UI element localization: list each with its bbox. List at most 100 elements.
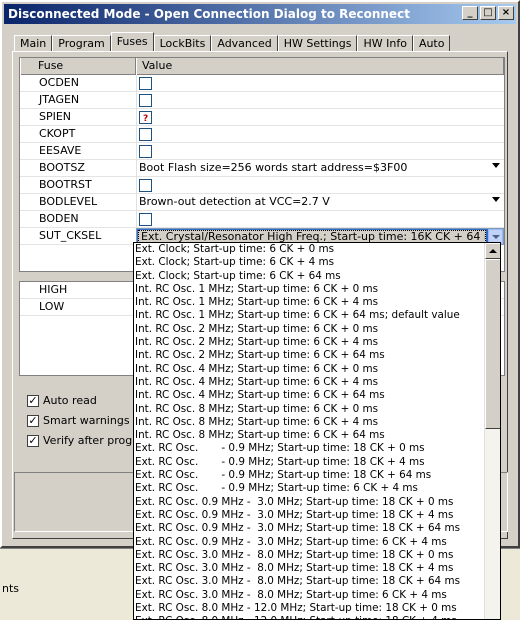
register-name: HIGH	[39, 283, 68, 296]
dropdown-options: Ext. Clock; Start-up time: 6 CK + 0 ms Ex…	[134, 243, 486, 619]
fuse-row-ocden: OCDEN	[20, 75, 504, 92]
window-controls: _ □ ×	[462, 6, 514, 20]
fuse-name: BOOTSZ	[39, 161, 85, 174]
column-divider	[136, 75, 137, 92]
fuse-select-value: Brown-out detection at VCC=2.7 V	[139, 195, 330, 208]
dropdown-option[interactable]: Int. RC Osc. 1 MHz; Start-up time: 6 CK …	[134, 283, 486, 296]
tab-auto[interactable]: Auto	[412, 35, 451, 52]
fuse-name: CKOPT	[39, 127, 76, 140]
fuse-row-spien: SPIEN?	[20, 109, 504, 126]
column-header-fuse-label: Fuse	[38, 59, 64, 72]
tab-hw-settings[interactable]: HW Settings	[277, 35, 358, 52]
option-checkbox[interactable]: ✓	[27, 395, 39, 407]
scroll-thumb[interactable]	[485, 259, 500, 429]
fuse-row-eesave: EESAVE	[20, 143, 504, 160]
fuse-name: OCDEN	[39, 76, 79, 89]
fuse-row-boden: BODEN	[20, 211, 504, 228]
fuse-checkbox[interactable]	[139, 77, 152, 90]
column-divider	[136, 194, 137, 211]
tab-fuses[interactable]: Fuses	[110, 32, 154, 52]
dropdown-option[interactable]: Ext. RC Osc. 3.0 MHz - 8.0 MHz; Start-up…	[134, 549, 486, 562]
dropdown-option[interactable]: Int. RC Osc. 2 MHz; Start-up time: 6 CK …	[134, 349, 486, 362]
column-header-fuse[interactable]: Fuse	[20, 58, 136, 75]
tab-advanced[interactable]: Advanced	[211, 35, 278, 52]
column-divider	[136, 211, 137, 228]
dropdown-option[interactable]: Int. RC Osc. 4 MHz; Start-up time: 6 CK …	[134, 376, 486, 389]
option-checkbox[interactable]: ✓	[27, 435, 39, 447]
dropdown-option[interactable]: Int. RC Osc. 2 MHz; Start-up time: 6 CK …	[134, 336, 486, 349]
dropdown-option[interactable]: Int. RC Osc. 1 MHz; Start-up time: 6 CK …	[134, 309, 486, 322]
fuse-checkbox[interactable]	[139, 213, 152, 226]
column-divider	[136, 160, 137, 177]
dropdown-option[interactable]: Int. RC Osc. 1 MHz; Start-up time: 6 CK …	[134, 296, 486, 309]
fuse-row-ckopt: CKOPT	[20, 126, 504, 143]
dropdown-option[interactable]: Ext. RC Osc. 3.0 MHz - 8.0 MHz; Start-up…	[134, 589, 486, 602]
tab-strip: Main Program Fuses LockBits Advanced HW Setti…	[14, 32, 451, 52]
close-button[interactable]: ×	[498, 6, 514, 20]
fuse-row-bootrst: BOOTRST	[20, 177, 504, 194]
scroll-up-button[interactable]	[485, 243, 500, 259]
dropdown-option[interactable]: Int. RC Osc. 2 MHz; Start-up time: 6 CK …	[134, 323, 486, 336]
status-text: nts	[2, 582, 20, 595]
dropdown-option[interactable]: Ext. RC Osc. 0.9 MHz - 3.0 MHz; Start-up…	[134, 522, 486, 535]
option-checkbox[interactable]: ✓	[27, 415, 39, 427]
fuse-row-bootsz: BOOTSZ Boot Flash size=256 words start ad…	[20, 160, 504, 177]
dropdown-option[interactable]: Ext. RC Osc. 3.0 MHz - 8.0 MHz; Start-up…	[134, 575, 486, 588]
dropdown-option[interactable]: Ext. RC Osc. - 0.9 MHz; Start-up time: 1…	[134, 442, 486, 455]
fuse-name: EESAVE	[39, 144, 82, 157]
clock-select-dropdown-list[interactable]: Ext. Clock; Start-up time: 6 CK + 0 ms Ex…	[133, 242, 501, 620]
dropdown-option[interactable]: Ext. RC Osc. - 0.9 MHz; Start-up time: 1…	[134, 469, 486, 482]
dropdown-option[interactable]: Ext. Clock; Start-up time: 6 CK + 4 ms	[134, 256, 486, 269]
dropdown-option[interactable]: Ext. RC Osc. 0.9 MHz - 3.0 MHz; Start-up…	[134, 496, 486, 509]
dropdown-option[interactable]: Ext. Clock; Start-up time: 6 CK + 64 ms	[134, 270, 486, 283]
column-divider	[136, 143, 137, 160]
fuse-checkbox[interactable]: ?	[139, 111, 152, 124]
tab-lockbits[interactable]: LockBits	[153, 35, 212, 52]
fuse-checkbox[interactable]	[139, 128, 152, 141]
column-divider	[136, 109, 137, 126]
column-header-value[interactable]: Value	[136, 58, 504, 75]
dropdown-scrollbar[interactable]	[484, 243, 500, 619]
dropdown-option[interactable]: Int. RC Osc. 8 MHz; Start-up time: 6 CK …	[134, 403, 486, 416]
dropdown-option[interactable]: Ext. Clock; Start-up time: 6 CK + 0 ms	[134, 243, 486, 256]
register-name: LOW	[39, 300, 65, 313]
tab-hw-info[interactable]: HW Info	[357, 35, 413, 52]
fuse-name: BODEN	[39, 212, 79, 225]
title-bar[interactable]: Disconnected Mode - Open Connection Dial…	[4, 4, 516, 24]
tab-main[interactable]: Main	[14, 35, 53, 52]
dropdown-option[interactable]: Int. RC Osc. 8 MHz; Start-up time: 6 CK …	[134, 416, 486, 429]
chevron-down-icon	[492, 197, 500, 202]
dropdown-option[interactable]: Ext. RC Osc. 8.0 MHz - 12.0 MHz; Start-u…	[134, 615, 486, 619]
column-header-value-label: Value	[142, 59, 173, 72]
fuse-name: JTAGEN	[39, 93, 80, 106]
fuse-grid: Fuse Value OCDEN JTAGEN SPIEN? CKOPT EESAVE B…	[19, 57, 505, 272]
option-label: Smart warnings	[43, 414, 130, 427]
fuse-checkbox[interactable]	[139, 179, 152, 192]
fuse-checkbox[interactable]	[139, 145, 152, 158]
column-divider	[136, 126, 137, 143]
window-title: Disconnected Mode - Open Connection Dial…	[8, 7, 410, 21]
dropdown-option[interactable]: Int. RC Osc. 4 MHz; Start-up time: 6 CK …	[134, 389, 486, 402]
option-label: Auto read	[43, 394, 97, 407]
dropdown-option[interactable]: Ext. RC Osc. 0.9 MHz - 3.0 MHz; Start-up…	[134, 509, 486, 522]
dropdown-option[interactable]: Ext. RC Osc. 0.9 MHz - 3.0 MHz; Start-up…	[134, 536, 486, 549]
grid-header: Fuse Value	[20, 58, 504, 75]
question-mark-icon: ?	[143, 114, 149, 124]
fuse-checkbox[interactable]	[139, 94, 152, 107]
dropdown-option[interactable]: Ext. RC Osc. 3.0 MHz - 8.0 MHz; Start-up…	[134, 562, 486, 575]
fuse-row-bodlevel: BODLEVEL Brown-out detection at VCC=2.7 V	[20, 194, 504, 211]
column-divider	[136, 177, 137, 194]
fuse-select-value: Boot Flash size=256 words start address=…	[139, 161, 408, 174]
tab-program[interactable]: Program	[52, 35, 111, 52]
minimize-button[interactable]: _	[462, 6, 478, 20]
fuse-name: SPIEN	[39, 110, 72, 123]
fuse-row-jtagen: JTAGEN	[20, 92, 504, 109]
chevron-down-icon	[492, 163, 500, 168]
column-divider	[136, 92, 137, 109]
dropdown-option[interactable]: Ext. RC Osc. 8.0 MHz - 12.0 MHz; Start-u…	[134, 602, 486, 615]
maximize-button[interactable]: □	[480, 6, 496, 20]
dropdown-option[interactable]: Int. RC Osc. 8 MHz; Start-up time: 6 CK …	[134, 429, 486, 442]
dropdown-option[interactable]: Ext. RC Osc. - 0.9 MHz; Start-up time: 6…	[134, 482, 486, 495]
dropdown-option[interactable]: Int. RC Osc. 4 MHz; Start-up time: 6 CK …	[134, 363, 486, 376]
dropdown-option[interactable]: Ext. RC Osc. - 0.9 MHz; Start-up time: 1…	[134, 456, 486, 469]
